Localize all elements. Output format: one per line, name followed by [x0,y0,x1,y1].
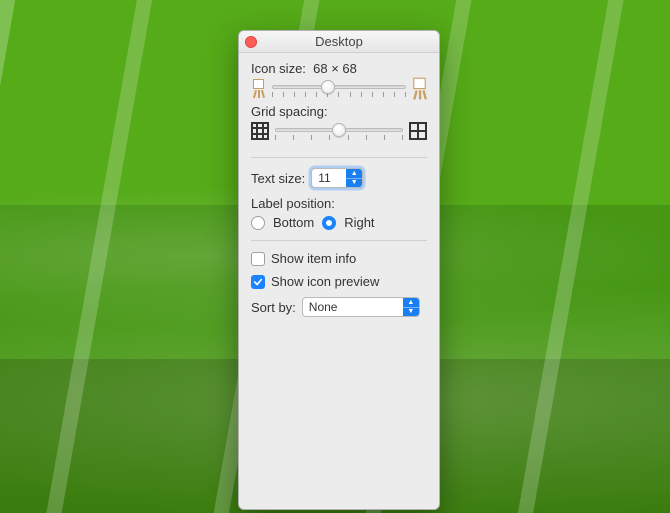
sort-by-value: None [303,298,403,316]
icon-size-slider[interactable] [272,78,406,98]
label-position-bottom-radio[interactable] [251,216,265,230]
show-icon-preview-checkbox[interactable] [251,275,265,289]
sort-by-row: Sort by: None ▲ ▼ [251,293,427,321]
icon-size-label: Icon size: 68 × 68 [251,61,427,76]
show-icon-preview-label: Show icon preview [271,274,379,289]
grid-spacing-slider-knob[interactable] [332,123,346,137]
titlebar[interactable]: Desktop [239,31,439,53]
divider [251,240,427,241]
show-item-info-row[interactable]: Show item info [251,247,427,270]
icon-size-slider-knob[interactable] [321,80,335,94]
icon-size-value: 68 × 68 [313,61,357,76]
check-icon [253,277,263,287]
show-item-info-checkbox[interactable] [251,252,265,266]
text-size-stepper[interactable]: 11 ▲ ▼ [311,168,363,188]
grid-large-icon [409,122,427,140]
grid-spacing-slider[interactable] [275,121,403,141]
text-size-row: Text size: 11 ▲ ▼ [251,164,427,192]
chevron-up-icon[interactable]: ▲ [346,169,362,179]
show-item-info-label: Show item info [271,251,356,266]
window-title: Desktop [239,34,439,49]
label-position-bottom-text: Bottom [273,215,314,230]
grid-small-icon [251,122,269,140]
chevron-down-icon[interactable]: ▼ [346,179,362,188]
divider [251,157,427,158]
grid-spacing-section: Grid spacing: [239,104,439,147]
show-icon-preview-row[interactable]: Show icon preview [251,270,427,293]
grid-spacing-label: Grid spacing: [251,104,427,119]
icon-size-section: Icon size: 68 × 68 [239,53,439,104]
label-position-right-text: Right [344,215,374,230]
sort-by-select[interactable]: None ▲ ▼ [302,297,420,317]
chevron-up-icon[interactable]: ▲ [403,298,419,308]
text-size-label: Text size: [251,171,305,186]
large-icon-icon [411,78,428,99]
label-position-label: Label position: [251,196,427,211]
sort-by-label: Sort by: [251,300,296,315]
small-icon-icon [251,79,266,97]
label-position-right-radio[interactable] [322,216,336,230]
text-size-value: 11 [312,169,346,187]
view-options-window: Desktop Icon size: 68 × 68 Grid spacing: [238,30,440,510]
chevron-down-icon[interactable]: ▼ [403,308,419,317]
